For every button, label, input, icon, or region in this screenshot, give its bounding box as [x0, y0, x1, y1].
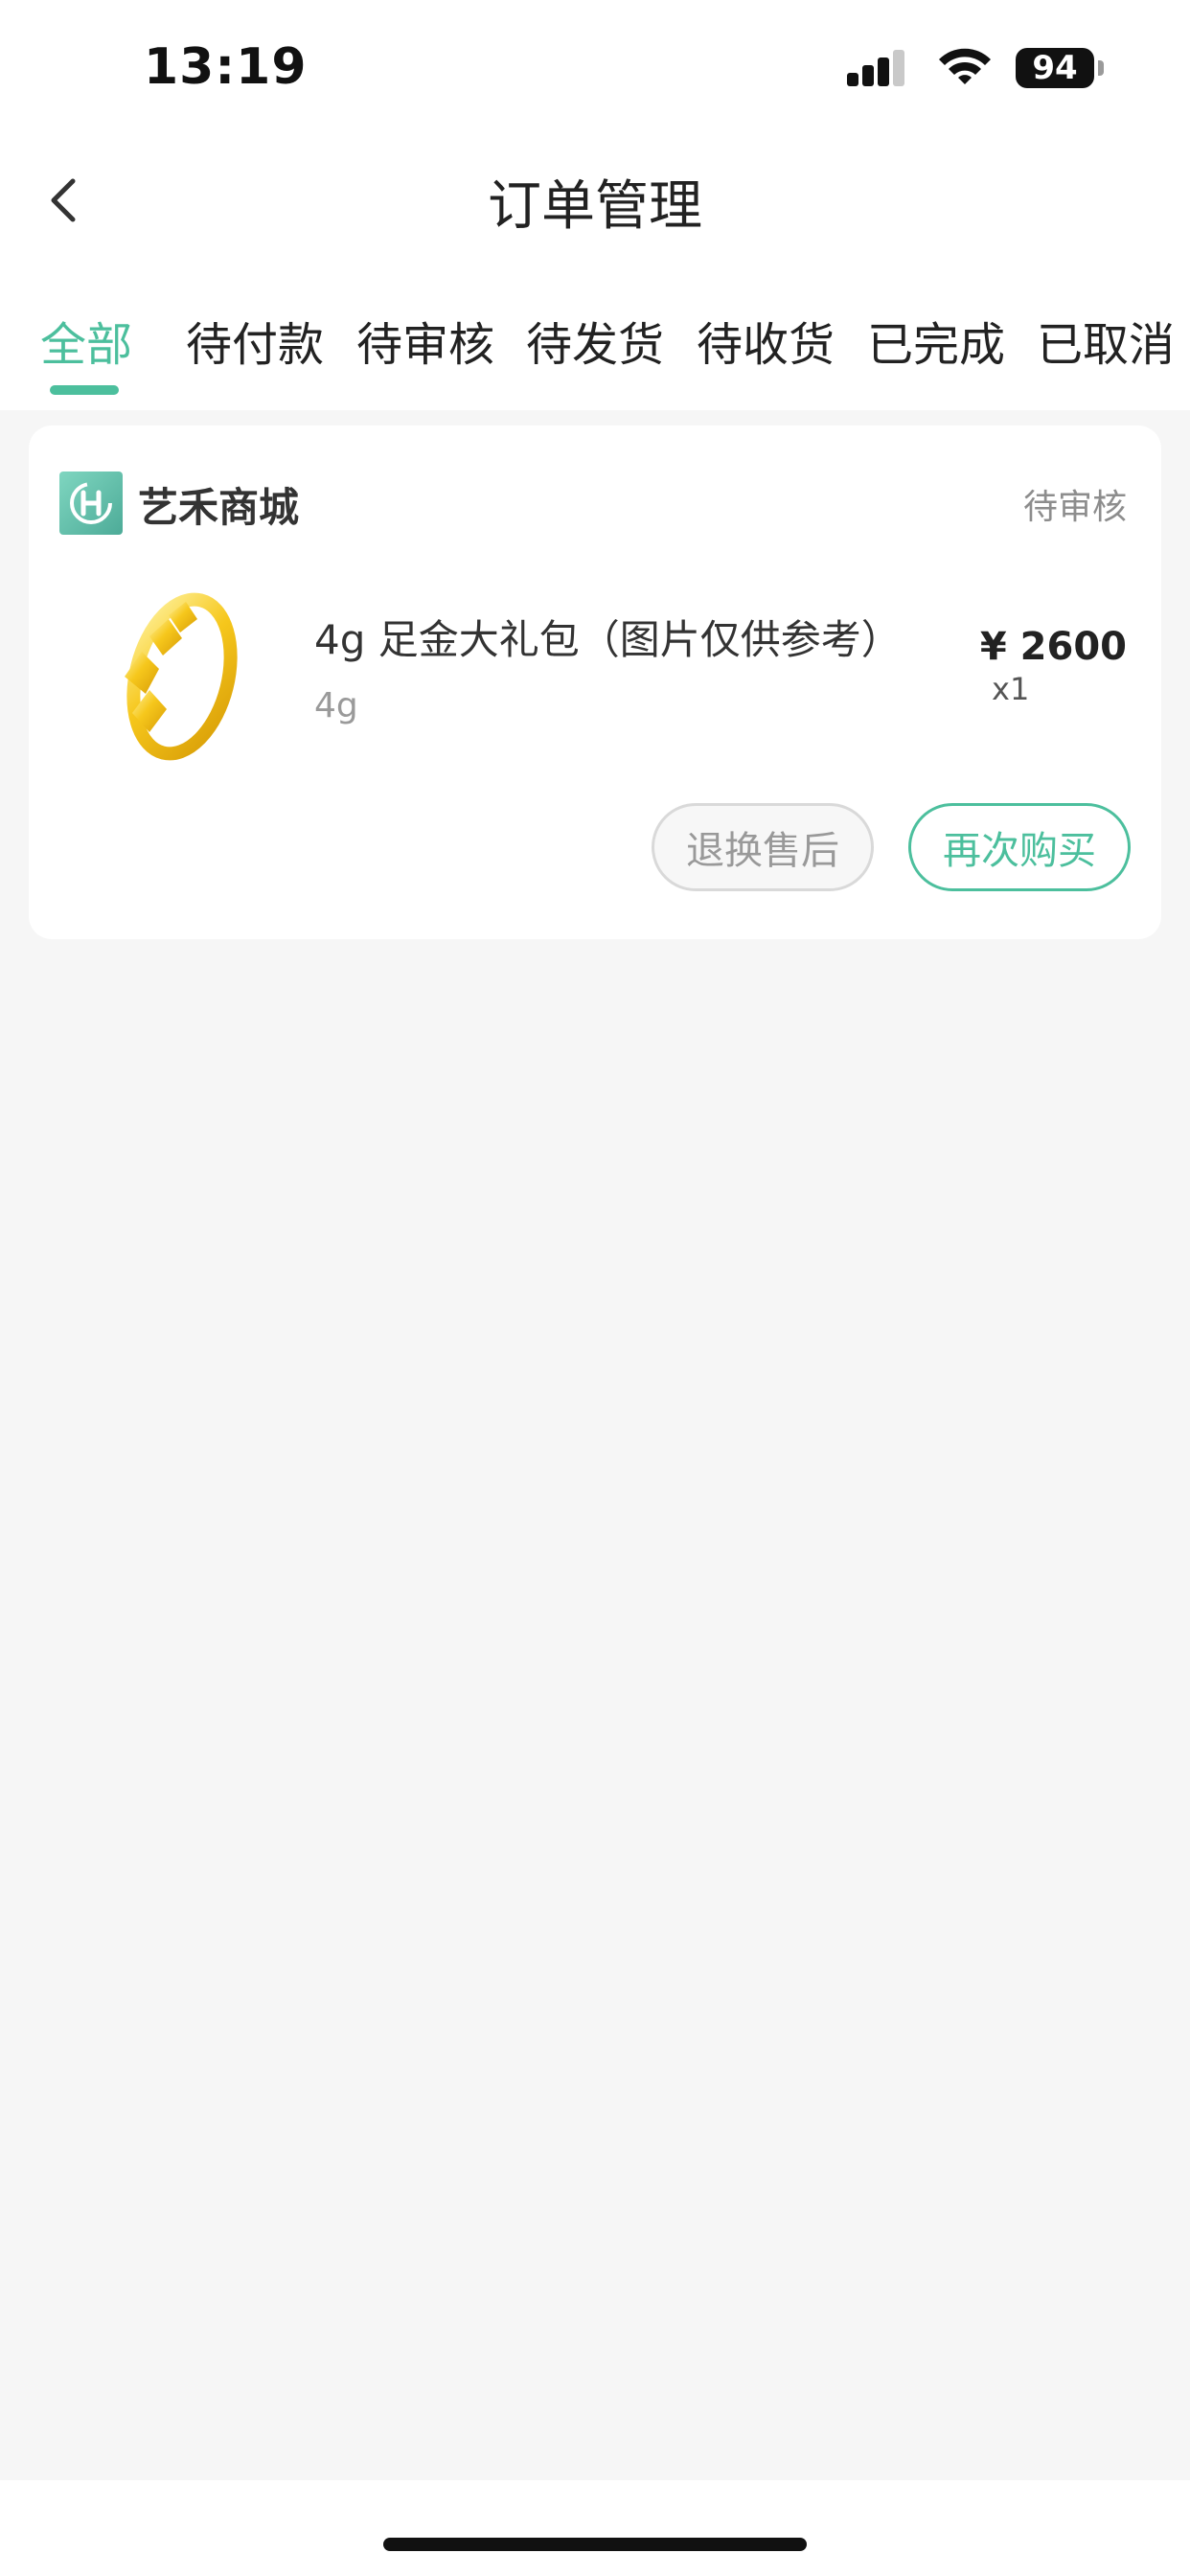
- home-indicator: [383, 2538, 807, 2551]
- shop-name[interactable]: 艺禾商城: [138, 475, 299, 534]
- wifi-icon: [939, 48, 991, 84]
- product-spec: 4g: [314, 686, 358, 725]
- product-price: ¥ 2600: [979, 625, 1127, 669]
- product-name[interactable]: 4g 足金大礼包（图片仅供参考）: [314, 608, 902, 666]
- tab-all[interactable]: 全部: [40, 307, 132, 374]
- tab-indicator: [50, 385, 119, 395]
- page-title: 订单管理: [488, 175, 702, 238]
- bottom-bar: [0, 2480, 1190, 2576]
- order-card[interactable]: 艺禾商城 待审核 4g 足金大礼包（图片仅供参考） 4g ¥ 2600 x1 退…: [29, 426, 1161, 939]
- order-status: 待审核: [1022, 488, 1127, 527]
- status-icons: 94: [847, 44, 1104, 92]
- product-image[interactable]: [59, 562, 286, 788]
- order-tabs: 全部 待付款 待审核 待发货 待收货 已完成 已取消: [0, 259, 1190, 410]
- gold-ring-icon: [125, 592, 238, 761]
- tab-pending-review[interactable]: 待审核: [356, 307, 494, 374]
- status-time: 13:19: [144, 38, 308, 96]
- tab-cancelled[interactable]: 已取消: [1037, 307, 1175, 374]
- tab-completed[interactable]: 已完成: [867, 307, 1005, 374]
- status-bar: 13:19 94: [0, 0, 1190, 144]
- shop-logo: [59, 472, 123, 535]
- nav-bar: 订单管理: [0, 144, 1190, 259]
- rebuy-button[interactable]: 再次购买: [908, 803, 1131, 891]
- battery-level: 94: [1032, 49, 1078, 87]
- tab-pending-payment[interactable]: 待付款: [186, 307, 324, 374]
- return-service-button[interactable]: 退换售后: [652, 803, 874, 891]
- shop-logo-icon: [70, 482, 112, 524]
- tab-pending-receipt[interactable]: 待收货: [697, 307, 835, 374]
- battery-icon: 94: [1016, 48, 1104, 88]
- signal-icon: [847, 46, 914, 90]
- tab-pending-shipment[interactable]: 待发货: [526, 307, 664, 374]
- product-quantity: x1: [992, 671, 1030, 707]
